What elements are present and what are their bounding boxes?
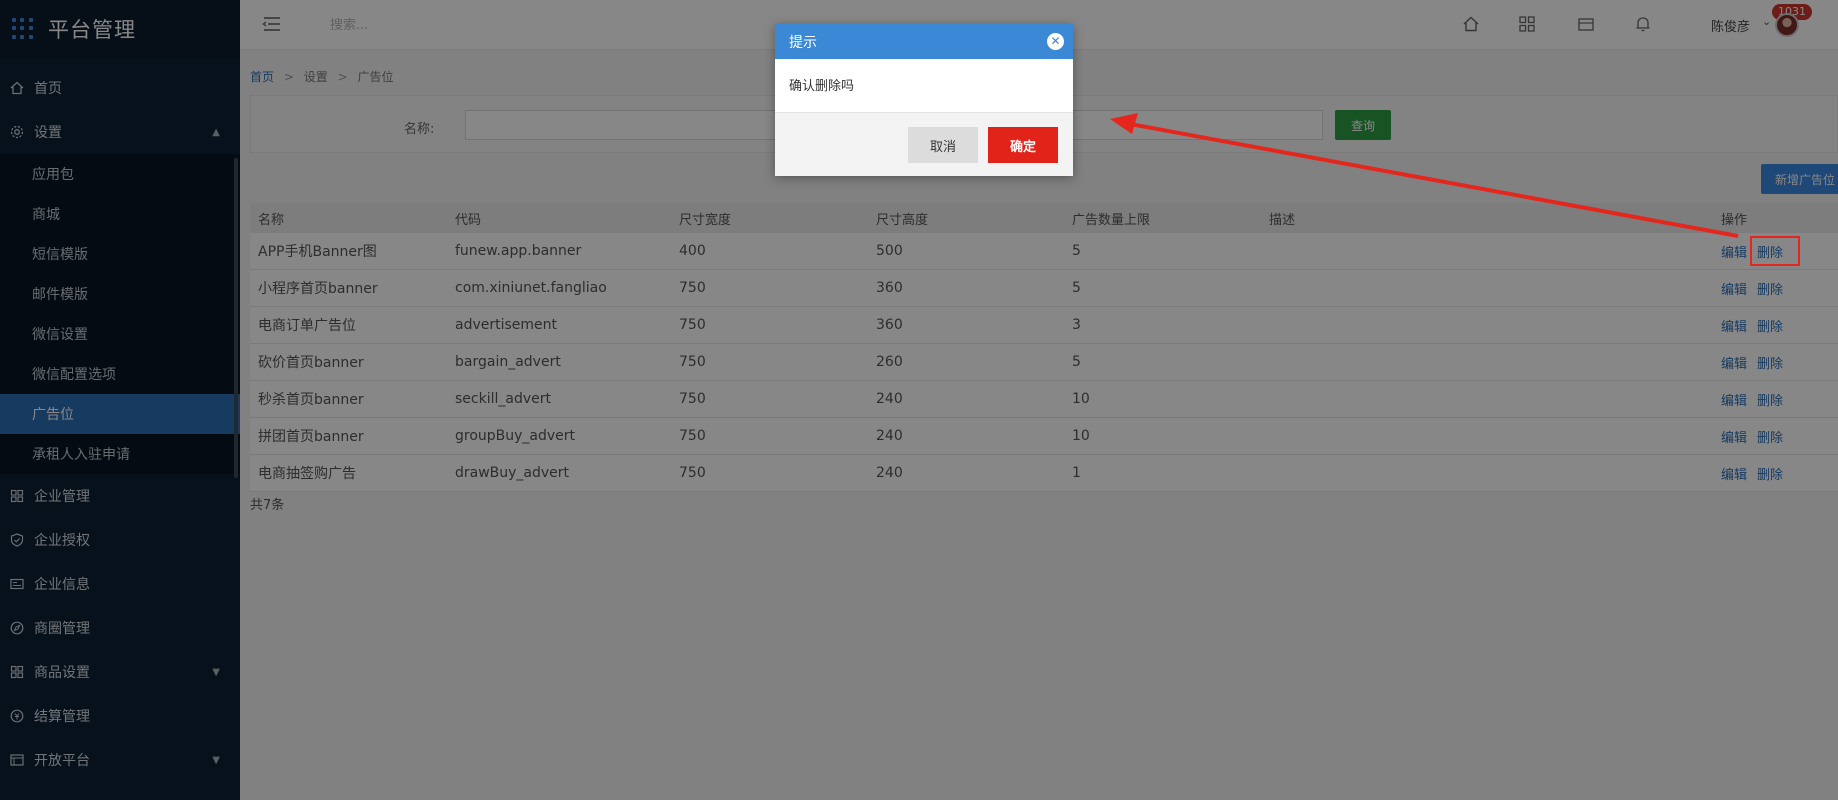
annotation-arrow xyxy=(1110,113,1739,238)
